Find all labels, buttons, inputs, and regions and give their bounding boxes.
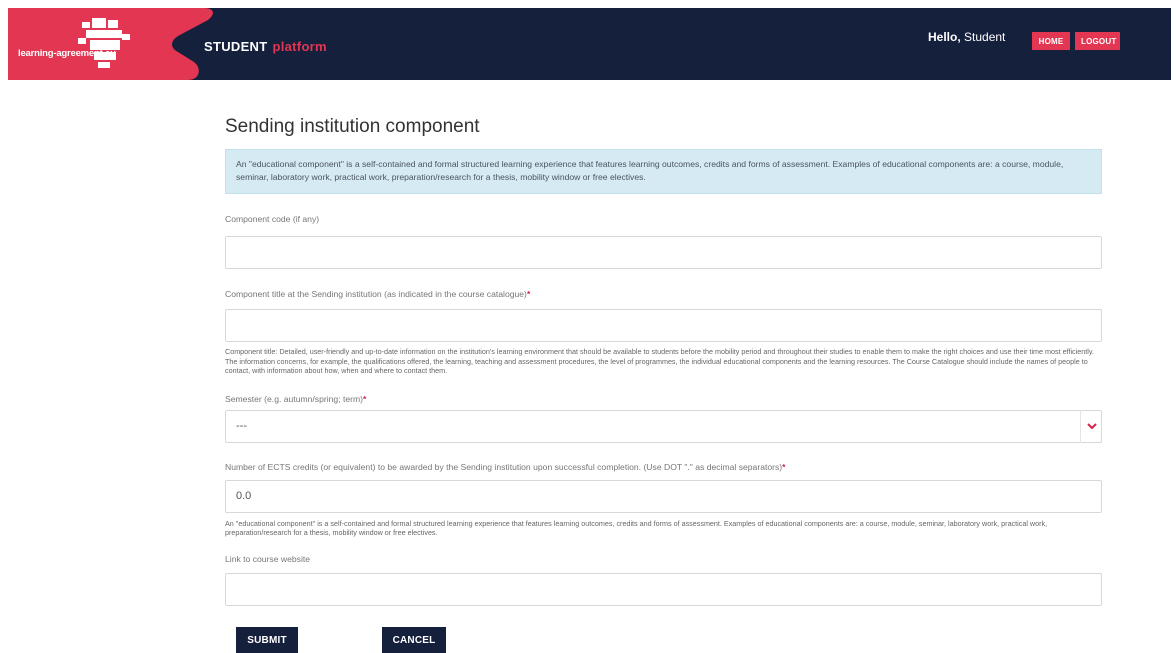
user-greeting: Hello, Student [928, 30, 1005, 44]
component-title-label-text: Component title at the Sending instituti… [225, 289, 527, 299]
platform-title-student: STUDENT [204, 39, 268, 54]
semester-select-value[interactable]: --- [225, 409, 1102, 443]
course-link-input[interactable] [225, 572, 1102, 606]
required-mark: * [363, 393, 367, 404]
platform-title: STUDENT platform [204, 39, 327, 54]
ects-help: An "educational component" is a self-con… [225, 518, 1048, 538]
ects-label-text: Number of ECTS credits (or equivalent) t… [225, 461, 783, 472]
platform-title-platform: platform [272, 39, 327, 54]
info-alert: An "educational component" is a self-con… [225, 149, 1102, 194]
component-title-help: Component title: Detailed, user-friendly… [225, 347, 1094, 375]
semester-select[interactable]: --- [225, 409, 1102, 443]
required-mark: * [526, 289, 531, 299]
logo[interactable]: learning-agreement.eu [8, 8, 213, 80]
top-header: learning-agreement.eu STUDENT platform He… [8, 8, 1171, 80]
component-title-input[interactable] [225, 309, 1102, 342]
component-code-label: Component code (if any) [225, 214, 320, 224]
logo-shape [8, 8, 213, 80]
semester-label-text: Semester (e.g. autumn/spring; term) [225, 393, 364, 404]
home-button[interactable]: HOME [1032, 32, 1070, 50]
semester-label: Semester (e.g. autumn/spring; term)* [225, 394, 1102, 404]
logout-button[interactable]: LOGOUT [1075, 32, 1120, 50]
component-form: Sending institution component An "educat… [225, 116, 1102, 606]
greeting-hello: Hello, [928, 30, 961, 44]
cancel-button[interactable]: CANCEL [382, 627, 446, 653]
ects-label: Number of ECTS credits (or equivalent) t… [225, 462, 1102, 472]
component-code-input[interactable] [225, 236, 1102, 269]
chevron-down-icon[interactable] [1080, 409, 1102, 443]
ects-input[interactable]: 0.0 [225, 479, 1102, 513]
page-title: Sending institution component [225, 116, 480, 137]
submit-button[interactable]: SUBMIT [236, 627, 298, 653]
course-link-label: Link to course website [225, 553, 311, 564]
component-title-label: Component title at the Sending instituti… [225, 289, 1102, 299]
logo-text: learning-agreement.eu [18, 48, 116, 59]
greeting-name: Student [964, 30, 1006, 44]
required-mark: * [782, 461, 786, 472]
